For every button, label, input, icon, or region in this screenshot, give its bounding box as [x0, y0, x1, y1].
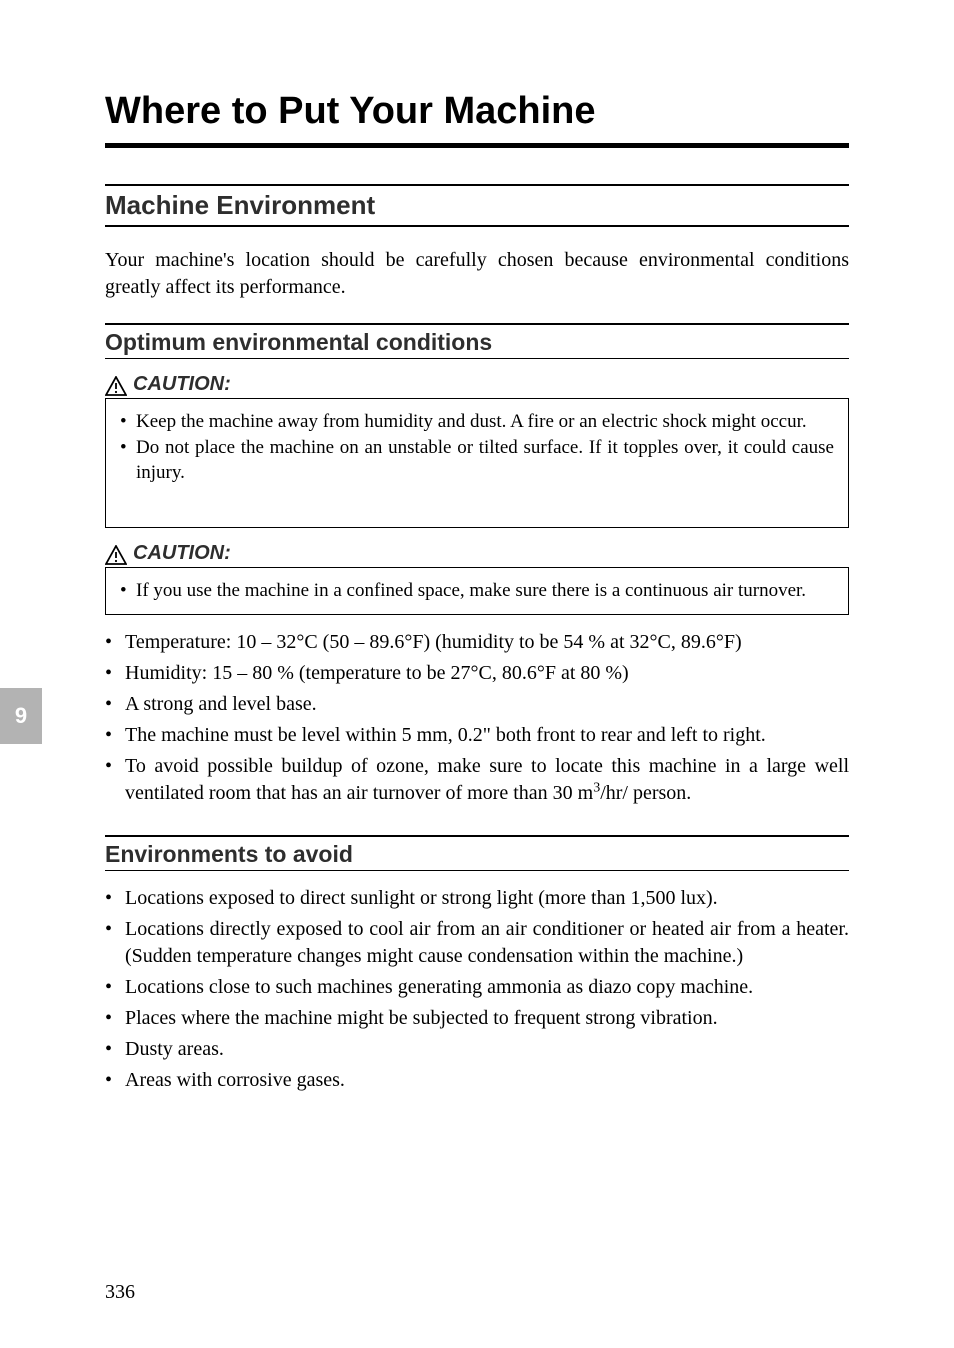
list-item: Areas with corrosive gases. [105, 1067, 849, 1094]
subsection-rule-under [105, 358, 849, 359]
env-spec-list: Temperature: 10 – 32°C (50 – 89.6°F) (hu… [105, 629, 849, 807]
text: F) (humidity to be 54 % at 32 [412, 631, 649, 653]
text: C, 89.6 [658, 631, 716, 653]
text: F at 80 %) [545, 662, 629, 684]
page-title: Where to Put Your Machine [105, 90, 849, 133]
text: C, 80.6 [478, 662, 536, 684]
caution-header-1: CAUTION: [105, 373, 849, 399]
list-item: A strong and level base. [105, 691, 849, 718]
list-item: The machine must be level within 5 mm, 0… [105, 722, 849, 749]
section-rule-under [105, 225, 849, 227]
intro-text: Your machine's location should be carefu… [105, 247, 849, 301]
caution1-item: Keep the machine away from humidity and … [120, 409, 834, 435]
caution-label-2: CAUTION: [133, 542, 231, 565]
subsection-heading-optimum: Optimum environmental conditions [105, 325, 849, 358]
caution-label-1: CAUTION: [133, 373, 231, 396]
avoid-list: Locations exposed to direct sunlight or … [105, 885, 849, 1094]
caution-box-2: If you use the machine in a confined spa… [105, 568, 849, 615]
warning-icon [105, 376, 127, 396]
list-item: Locations exposed to direct sunlight or … [105, 885, 849, 912]
text: C (50 – 89.6 [304, 631, 404, 653]
chapter-number: 9 [0, 688, 42, 744]
list-item: Places where the machine might be subjec… [105, 1005, 849, 1032]
caution1-item: Do not place the machine on an unstable … [120, 435, 834, 486]
chapter-tab: 9 [0, 688, 42, 744]
text: Humidity: 15 – 80 % (temperature to be 2… [125, 662, 470, 684]
list-item: Locations directly exposed to cool air f… [105, 916, 849, 970]
list-item: To avoid possible buildup of ozone, make… [105, 753, 849, 807]
list-item: Locations close to such machines generat… [105, 974, 849, 1001]
caution2-item: If you use the machine in a confined spa… [120, 578, 834, 604]
caution-box-1: Keep the machine away from humidity and … [105, 399, 849, 528]
list-item: Dusty areas. [105, 1036, 849, 1063]
text: F) [724, 631, 742, 653]
title-rule [105, 143, 849, 148]
list-item: Temperature: 10 – 32°C (50 – 89.6°F) (hu… [105, 629, 849, 656]
warning-icon [105, 545, 127, 565]
list-item: Humidity: 15 – 80 % (temperature to be 2… [105, 660, 849, 687]
text: Temperature: 10 – 32 [125, 631, 296, 653]
text: To avoid possible buildup of ozone, make… [125, 755, 849, 804]
caution-header-2: CAUTION: [105, 542, 849, 568]
page-number: 336 [105, 1281, 135, 1304]
section-heading: Machine Environment [105, 186, 849, 223]
text: /hr/ person. [600, 782, 691, 804]
subsection-heading-avoid: Environments to avoid [105, 837, 849, 870]
subsection-rule-under-2 [105, 870, 849, 871]
page: 9 Where to Put Your Machine Machine Envi… [0, 0, 954, 1348]
